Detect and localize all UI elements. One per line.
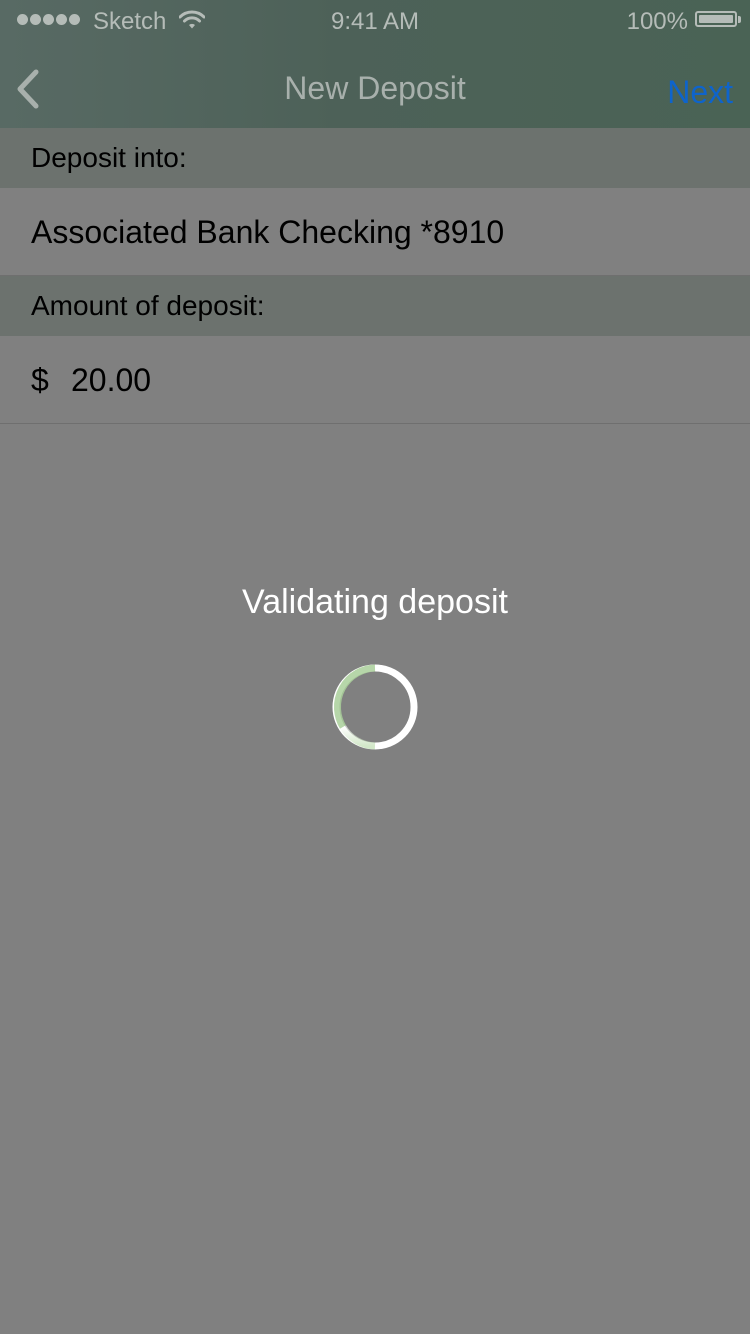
loading-message: Validating deposit <box>242 583 508 621</box>
account-row[interactable]: Associated Bank Checking *8910 <box>0 188 750 276</box>
battery-percentage: 100% <box>626 8 688 35</box>
amount-header: Amount of deposit: <box>0 276 750 336</box>
status-bar: Sketch 9:41 AM 100% <box>0 0 750 40</box>
account-name: Associated Bank Checking *8910 <box>31 214 505 250</box>
page-title: New Deposit <box>284 70 466 106</box>
header: Sketch 9:41 AM 100% New Deposit Next <box>0 0 750 128</box>
amount-field[interactable]: $20.00 <box>0 336 750 424</box>
next-button[interactable]: Next <box>667 74 733 111</box>
loading-spinner-icon <box>332 664 418 750</box>
battery-icon <box>695 11 741 27</box>
currency-symbol: $ <box>31 362 49 398</box>
amount-value: 20.00 <box>71 362 152 398</box>
deposit-into-header: Deposit into: <box>0 128 750 188</box>
